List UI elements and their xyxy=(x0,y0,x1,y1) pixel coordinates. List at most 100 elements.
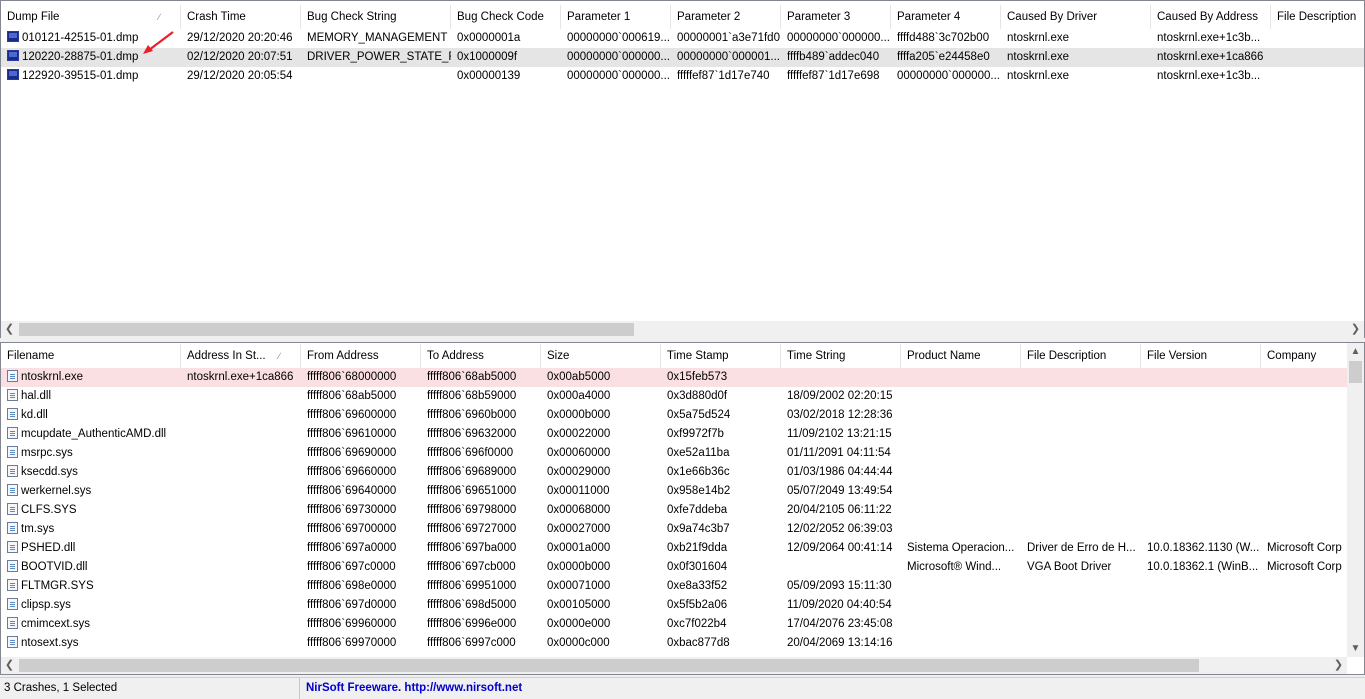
cell-file-description xyxy=(1021,406,1141,425)
column-header-file-description[interactable]: File Description xyxy=(1271,5,1364,29)
module-list-hscrollbar[interactable]: ❮ ❯ xyxy=(1,657,1347,674)
column-header-file-description[interactable]: File Description xyxy=(1021,344,1141,368)
table-row[interactable]: clipsp.sys fffff806`697d0000 fffff806`698d… xyxy=(1,596,1364,615)
column-header-to-address[interactable]: To Address xyxy=(421,344,541,368)
table-row[interactable]: mcupdate_AuthenticAMD.dll fffff806`696100… xyxy=(1,425,1364,444)
cell-company xyxy=(1261,463,1361,482)
cell-company xyxy=(1261,425,1361,444)
column-header-parameter-3[interactable]: Parameter 3 xyxy=(781,5,891,29)
table-row[interactable]: cmimcext.sys fffff806`69960000 fffff806`69… xyxy=(1,615,1364,634)
cell-text: ntoskrnl.exe+1ca866 xyxy=(187,371,294,383)
cell-bug-check-string: MEMORY_MANAGEMENT xyxy=(301,29,451,48)
cell-text: 29/12/2020 20:20:46 xyxy=(187,32,293,44)
cell-text: 0x00071000 xyxy=(547,580,611,592)
column-header-from-address[interactable]: From Address xyxy=(301,344,421,368)
cell-size: 0x00105000 xyxy=(541,596,661,615)
table-row[interactable]: FLTMGR.SYS fffff806`698e0000 fffff806`6995… xyxy=(1,577,1364,596)
table-row[interactable]: hal.dll fffff806`68ab5000 fffff806`68b5900… xyxy=(1,387,1364,406)
table-row[interactable]: PSHED.dll fffff806`697a0000 fffff806`697ba… xyxy=(1,539,1364,558)
column-header-label: Crash Time xyxy=(187,11,246,23)
cell-file-version xyxy=(1141,634,1261,653)
cell-time-stamp: 0x3d880d0f xyxy=(661,387,781,406)
cell-time-stamp: 0x1e66b36c xyxy=(661,463,781,482)
cell-product-name xyxy=(901,463,1021,482)
column-header-crash-time[interactable]: Crash Time xyxy=(181,5,301,29)
scroll-up-icon[interactable]: ▲ xyxy=(1347,343,1364,360)
cell-text: 00000000`000000... xyxy=(567,51,670,63)
cell-time-stamp: 0x15feb573 xyxy=(661,368,781,387)
cell-text: 0xbac877d8 xyxy=(667,637,730,649)
cell-file-version xyxy=(1141,520,1261,539)
crash-list-hscrollbar[interactable]: ❮ ❯ xyxy=(1,321,1364,338)
table-row[interactable]: ksecdd.sys fffff806`69660000 fffff806`6968… xyxy=(1,463,1364,482)
scroll-thumb[interactable] xyxy=(1349,361,1362,383)
cell-company xyxy=(1261,368,1361,387)
module-list-vscrollbar[interactable]: ▲ ▼ xyxy=(1347,343,1364,657)
cell-text: 0x0000b000 xyxy=(547,409,611,421)
table-row[interactable]: kd.dll fffff806`69600000 fffff806`6960b000… xyxy=(1,406,1364,425)
column-header-address-in-st[interactable]: Address In St... ∕ xyxy=(181,344,301,368)
table-row[interactable]: BOOTVID.dll fffff806`697c0000 fffff806`697… xyxy=(1,558,1364,577)
scroll-left-icon[interactable]: ❮ xyxy=(1,321,18,338)
cell-time-string: 05/09/2093 15:11:30 xyxy=(781,577,901,596)
scroll-left-icon[interactable]: ❮ xyxy=(1,657,18,674)
cell-text: 00000000`000000... xyxy=(567,70,670,82)
column-header-label: Dump File xyxy=(7,11,60,23)
table-row[interactable]: msrpc.sys fffff806`69690000 fffff806`696f0… xyxy=(1,444,1364,463)
cell-company xyxy=(1261,520,1361,539)
scroll-right-icon[interactable]: ❯ xyxy=(1330,657,1347,674)
column-header-dump-file[interactable]: Dump File ∕ xyxy=(1,5,181,29)
cell-address-in-st xyxy=(181,444,301,463)
cell-time-stamp: 0xfe7ddeba xyxy=(661,501,781,520)
column-header-filename[interactable]: Filename xyxy=(1,344,181,368)
cell-crash-time: 02/12/2020 20:07:51 xyxy=(181,48,301,67)
sort-indicator-icon: ∕ xyxy=(278,351,280,361)
cell-file-description: VGA Boot Driver xyxy=(1021,558,1141,577)
scroll-down-icon[interactable]: ▼ xyxy=(1347,640,1364,657)
column-header-parameter-1[interactable]: Parameter 1 xyxy=(561,5,671,29)
cell-file-version xyxy=(1141,577,1261,596)
column-header-label: Address In St... xyxy=(187,350,266,362)
cell-time-stamp: 0xe52a11ba xyxy=(661,444,781,463)
cell-filename: tm.sys xyxy=(1,520,181,539)
cell-text: ntoskrnl.exe+1ca866 xyxy=(1157,51,1264,63)
column-header-bug-check-string[interactable]: Bug Check String xyxy=(301,5,451,29)
cell-time-string: 03/02/2018 12:28:36 xyxy=(781,406,901,425)
table-row[interactable]: 120220-28875-01.dmp 02/12/2020 20:07:51 DR… xyxy=(1,48,1364,67)
table-row[interactable]: werkernel.sys fffff806`69640000 fffff806`6… xyxy=(1,482,1364,501)
scroll-thumb[interactable] xyxy=(19,323,634,336)
cell-text: 17/04/2076 23:45:08 xyxy=(787,618,893,630)
column-header-product-name[interactable]: Product Name xyxy=(901,344,1021,368)
cell-filename: cmimcext.sys xyxy=(1,615,181,634)
column-header-caused-by-address[interactable]: Caused By Address xyxy=(1151,5,1271,29)
table-row[interactable]: ntoskrnl.exe ntoskrnl.exe+1ca866 fffff806`… xyxy=(1,368,1364,387)
cell-text: fffff806`6996e000 xyxy=(427,618,517,630)
column-header-bug-check-code[interactable]: Bug Check Code xyxy=(451,5,561,29)
file-icon xyxy=(7,635,18,648)
column-header-parameter-2[interactable]: Parameter 2 xyxy=(671,5,781,29)
table-row[interactable]: 010121-42515-01.dmp 29/12/2020 20:20:46 ME… xyxy=(1,29,1364,48)
column-header-file-version[interactable]: File Version xyxy=(1141,344,1261,368)
scroll-thumb[interactable] xyxy=(19,659,1199,672)
file-icon xyxy=(7,616,18,629)
column-header-size[interactable]: Size xyxy=(541,344,661,368)
column-header-caused-by-driver[interactable]: Caused By Driver xyxy=(1001,5,1151,29)
cell-file-version xyxy=(1141,596,1261,615)
scroll-right-icon[interactable]: ❯ xyxy=(1347,321,1364,338)
column-header-company[interactable]: Company xyxy=(1261,344,1361,368)
table-row[interactable]: CLFS.SYS fffff806`69730000 fffff806`697980… xyxy=(1,501,1364,520)
column-header-time-stamp[interactable]: Time Stamp xyxy=(661,344,781,368)
cell-time-stamp: 0x9a74c3b7 xyxy=(661,520,781,539)
table-row[interactable]: tm.sys fffff806`69700000 fffff806`69727000… xyxy=(1,520,1364,539)
crash-list-pane[interactable]: Dump File ∕ Crash Time Bug Check String Bug … xyxy=(0,0,1365,338)
column-header-label: Parameter 4 xyxy=(897,11,961,23)
module-list-pane[interactable]: Filename Address In St... ∕ From Address To … xyxy=(0,342,1365,675)
cell-text: fffff806`69651000 xyxy=(427,485,517,497)
nirsoft-link[interactable]: NirSoft Freeware. http://www.nirsoft.net xyxy=(300,678,1365,699)
cell-address-in-st: ntoskrnl.exe+1ca866 xyxy=(181,368,301,387)
table-row[interactable]: ntosext.sys fffff806`69970000 fffff806`699… xyxy=(1,634,1364,653)
table-row[interactable]: 122920-39515-01.dmp 29/12/2020 20:05:54 0x… xyxy=(1,67,1364,86)
column-header-parameter-4[interactable]: Parameter 4 xyxy=(891,5,1001,29)
cell-text: 0xe52a11ba xyxy=(667,447,730,459)
column-header-time-string[interactable]: Time String xyxy=(781,344,901,368)
